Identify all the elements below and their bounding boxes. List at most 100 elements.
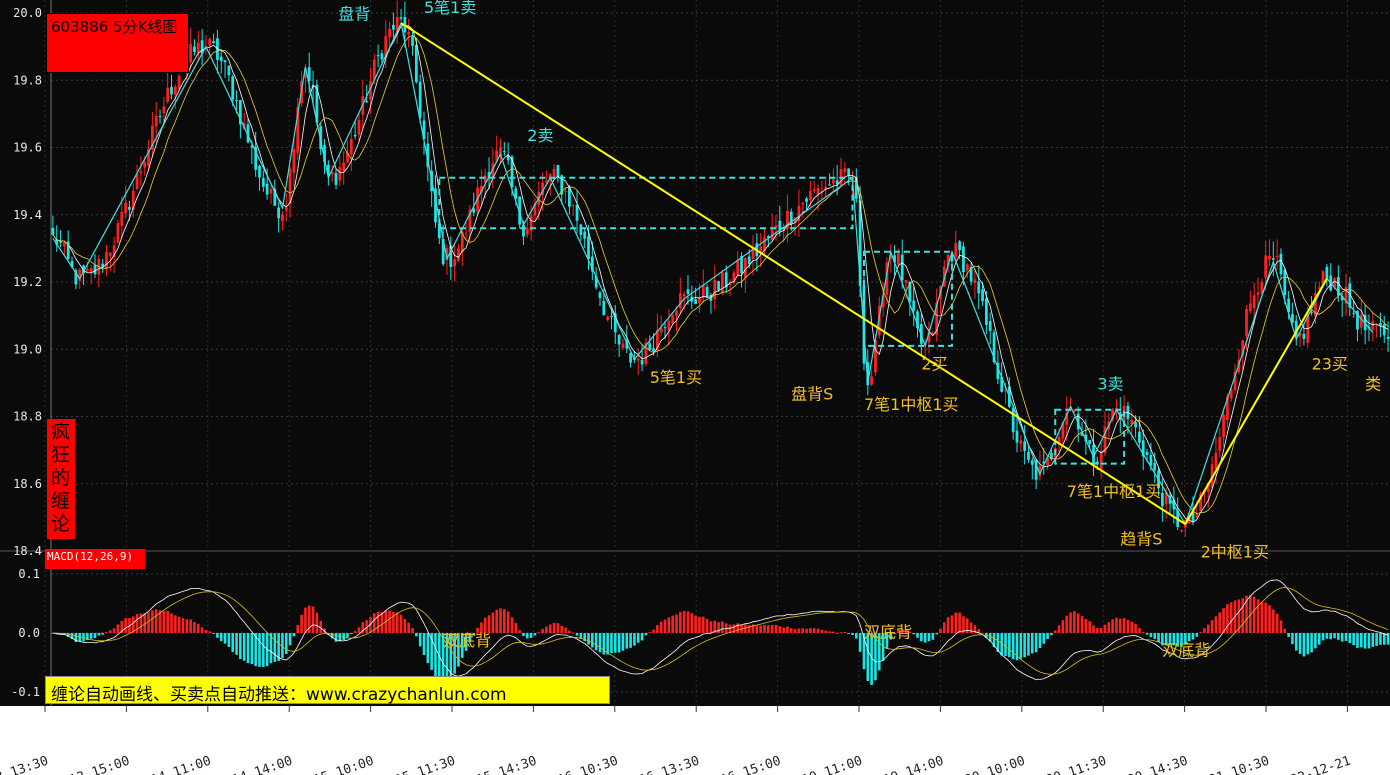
macd-histogram-bar: [208, 631, 212, 633]
macd-histogram-bar: [112, 628, 116, 633]
macd-histogram-bar: [1306, 633, 1310, 655]
macd-histogram-bar: [1019, 633, 1023, 659]
signal-annotation: 3卖: [1097, 375, 1123, 394]
candle-up: [801, 202, 805, 205]
macd-histogram-bar: [235, 633, 238, 655]
macd-histogram-bar: [529, 633, 533, 638]
candle-down: [193, 46, 196, 53]
candle-down: [583, 231, 587, 239]
candle-down: [648, 343, 652, 350]
macd-histogram-bar: [1302, 633, 1306, 657]
candle-down: [227, 65, 231, 76]
macd-histogram-bar: [1076, 613, 1080, 633]
candle-down: [717, 281, 720, 291]
macd-histogram-bar: [1141, 632, 1145, 634]
macd-histogram-bar: [273, 633, 277, 662]
candle-down: [1023, 441, 1027, 452]
candle-down: [59, 241, 62, 243]
signal-annotation: 2中枢1买: [1201, 543, 1269, 562]
macd-histogram-bar: [1275, 613, 1279, 633]
macd-histogram-bar: [189, 619, 192, 633]
macd-histogram-bar: [1027, 633, 1030, 656]
macd-histogram-bar: [1333, 633, 1336, 639]
macd-histogram-bar: [774, 624, 778, 633]
macd-histogram-bar: [1088, 621, 1091, 633]
macd-histogram-bar: [1096, 628, 1099, 633]
macd-histogram-bar: [656, 625, 659, 633]
candle-up: [177, 75, 181, 89]
macd-histogram-bar: [916, 633, 919, 638]
macd-histogram-bar: [1084, 618, 1088, 633]
candle-down: [1386, 336, 1390, 339]
candle-down: [51, 227, 55, 235]
macd-histogram-bar: [1191, 633, 1195, 640]
macd-histogram-bar: [1264, 602, 1267, 633]
macd-histogram-bar: [334, 633, 338, 642]
candle-up: [166, 87, 170, 102]
candle-down: [900, 254, 904, 281]
macd-histogram-bar: [1340, 633, 1344, 642]
macd-histogram-bar: [1321, 633, 1325, 641]
macd-histogram-bar: [258, 633, 261, 667]
macd-histogram-bar: [1337, 633, 1340, 640]
candle-up: [173, 86, 177, 95]
macd-histogram-bar: [560, 626, 564, 633]
macd-histogram-bar: [392, 611, 395, 633]
macd-histogram-bar: [246, 633, 250, 664]
macd-histogram-bar: [219, 633, 223, 642]
macd-histogram-bar: [288, 633, 292, 646]
macd-histogram-bar: [839, 632, 843, 634]
macd-histogram-bar: [185, 619, 189, 633]
y-tick-label: 20.0: [13, 6, 42, 20]
macd-histogram-bar: [686, 611, 690, 633]
macd-histogram-bar: [1352, 633, 1355, 646]
candle-down: [265, 183, 269, 195]
macd-histogram-bar: [698, 616, 701, 633]
promo-banner[interactable]: 缠论自动画线、买卖点自动推送：www.crazychanlun.com: [45, 676, 610, 705]
macd-histogram-bar: [835, 632, 839, 634]
macd-histogram-bar: [1092, 625, 1095, 633]
candle-up: [870, 376, 873, 385]
macd-histogram-bar: [296, 625, 300, 633]
candle-down: [805, 198, 808, 202]
macd-histogram-bar: [931, 633, 935, 640]
macd-histogram-bar: [721, 621, 724, 633]
candle-down: [261, 178, 265, 187]
macd-histogram-bar: [954, 612, 958, 633]
macd-histogram-bar: [166, 610, 169, 633]
macd-histogram-bar: [755, 625, 759, 633]
candle-up: [124, 202, 127, 214]
candle-down: [1325, 266, 1329, 280]
macd-histogram-bar: [1210, 620, 1214, 633]
macd-histogram-bar: [797, 628, 801, 633]
candle-up: [636, 358, 640, 361]
macd-histogram-bar: [843, 631, 847, 633]
candle-down: [1134, 422, 1137, 428]
macd-histogram-bar: [1134, 624, 1137, 633]
candle-down: [652, 348, 655, 352]
macd-histogram-bar: [311, 606, 315, 633]
candle-up: [816, 188, 820, 195]
candle-up: [342, 162, 346, 172]
candle-down: [392, 24, 395, 30]
candle-down: [502, 151, 506, 153]
macd-histogram-bar: [652, 629, 655, 633]
candle-down: [1030, 460, 1034, 465]
candle-down: [579, 224, 583, 236]
macd-tick-label: 0.0: [18, 626, 40, 640]
macd-histogram-bar: [1153, 633, 1157, 640]
macd-histogram-bar: [518, 630, 521, 633]
candle-down: [277, 207, 281, 219]
macd-histogram-bar: [770, 624, 774, 633]
macd-histogram-bar: [93, 633, 97, 639]
signal-annotation: 5笔1买: [650, 368, 702, 387]
macd-histogram-bar: [315, 612, 319, 633]
macd-histogram-bar: [1229, 602, 1233, 633]
candle-up: [116, 223, 120, 243]
y-tick-label: 18.8: [13, 410, 42, 424]
macd-histogram-bar: [1375, 633, 1378, 646]
candle-up: [1268, 255, 1271, 260]
macd-histogram-bar: [832, 631, 835, 633]
signal-annotation: 7笔1中枢1买: [1067, 482, 1162, 501]
macd-histogram-bar: [621, 633, 625, 651]
